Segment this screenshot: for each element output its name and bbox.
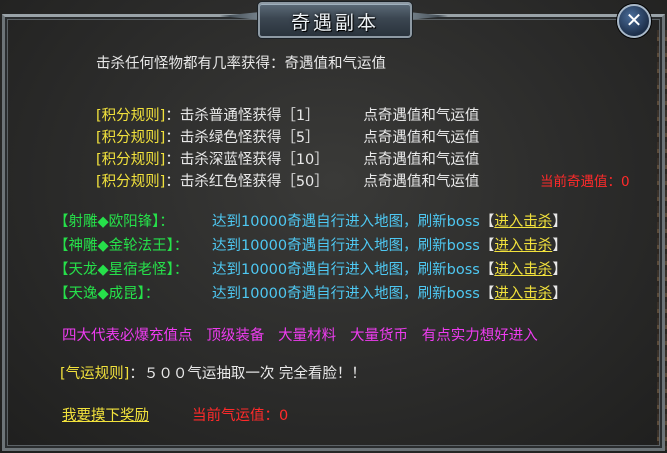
rule-text: ：击杀绿色怪获得［5］ xyxy=(165,130,320,146)
rule-text: ：击杀红色怪获得［50］ xyxy=(165,174,329,190)
title-plate: 奇遇副本 xyxy=(258,2,412,38)
rule-tag: [积分规则] xyxy=(96,130,166,146)
rule-row: [积分规则]：击杀普通怪获得［1］ 点奇遇值和气运值 xyxy=(96,104,479,125)
qiyun-rule-tag: [气运规则] xyxy=(60,366,130,382)
qiyun-rule-text: ：５００气运抽取一次 完全看脸！！ xyxy=(129,366,366,382)
rule-reward: 点奇遇值和气运值 xyxy=(363,174,480,190)
window-title: 奇遇副本 xyxy=(290,12,379,34)
boss-row: 【神雕◆金轮法王】： 达到10000奇遇自行进入地图，刷新boss【进入击杀】 xyxy=(54,234,567,255)
boss-row: 【天龙◆星宿老怪】： 达到10000奇遇自行进入地图，刷新boss【进入击杀】 xyxy=(54,258,567,279)
dialog-window: 奇遇副本 ✕ 击杀任何怪物都有几率获得：奇遇值和气运值 [积分规则]：击杀普通怪… xyxy=(0,0,667,453)
boss-desc: 达到10000奇遇自行进入地图，刷新boss xyxy=(212,286,480,302)
rule-tag: [积分规则] xyxy=(96,152,166,168)
rule-row: [积分规则]：击杀深蓝怪获得［10］ 点奇遇值和气运值 xyxy=(96,148,479,169)
rule-reward: 点奇遇值和气运值 xyxy=(363,108,480,124)
boss-name: 【天龙◆星宿老怪】： xyxy=(54,262,189,278)
boss-row: 【天逸◆成昆】： 达到10000奇遇自行进入地图，刷新boss【进入击杀】 xyxy=(54,282,567,303)
boss-desc: 达到10000奇遇自行进入地图，刷新boss xyxy=(212,214,480,230)
rule-row: [积分规则]：击杀红色怪获得［50］ 点奇遇值和气运值 xyxy=(96,170,479,191)
intro-text: 击杀任何怪物都有几率获得：奇遇值和气运值 xyxy=(96,56,386,72)
boss-name: 【射雕◆欧阳锋】： xyxy=(54,214,174,230)
rule-reward: 点奇遇值和气运值 xyxy=(363,152,480,168)
rule-text: ：击杀深蓝怪获得［10］ xyxy=(165,152,329,168)
current-qiyu-value: 当前奇遇值：0 xyxy=(540,174,630,190)
current-qiyun-value: 当前气运值：0 xyxy=(192,408,289,424)
close-icon: ✕ xyxy=(625,8,643,32)
boss-desc: 达到10000奇遇自行进入地图，刷新boss xyxy=(212,238,480,254)
claim-reward-link[interactable]: 我要摸下奖励 xyxy=(62,404,149,425)
enter-kill-link[interactable]: 进入击杀 xyxy=(494,262,552,278)
rule-reward: 点奇遇值和气运值 xyxy=(363,130,480,146)
boss-name: 【天逸◆成昆】： xyxy=(54,286,160,302)
enter-kill-link[interactable]: 进入击杀 xyxy=(494,214,552,230)
promo-text: 四大代表必爆充值点 顶级装备 大量材料 大量货币 有点实力想好进入 xyxy=(62,328,538,344)
enter-kill-link[interactable]: 进入击杀 xyxy=(494,238,552,254)
rule-tag: [积分规则] xyxy=(96,174,166,190)
rule-tag: [积分规则] xyxy=(96,108,166,124)
qiyun-rule-row: [气运规则]：５００气运抽取一次 完全看脸！！ xyxy=(60,362,366,383)
rule-row: [积分规则]：击杀绿色怪获得［5］ 点奇遇值和气运值 xyxy=(96,126,479,147)
boss-row: 【射雕◆欧阳锋】： 达到10000奇遇自行进入地图，刷新boss【进入击杀】 xyxy=(54,210,567,231)
dialog-border xyxy=(2,14,665,451)
boss-desc: 达到10000奇遇自行进入地图，刷新boss xyxy=(212,262,480,278)
close-button[interactable]: ✕ xyxy=(617,4,651,38)
rule-text: ：击杀普通怪获得［1］ xyxy=(165,108,320,124)
boss-name: 【神雕◆金轮法王】： xyxy=(54,238,189,254)
enter-kill-link[interactable]: 进入击杀 xyxy=(494,286,552,302)
